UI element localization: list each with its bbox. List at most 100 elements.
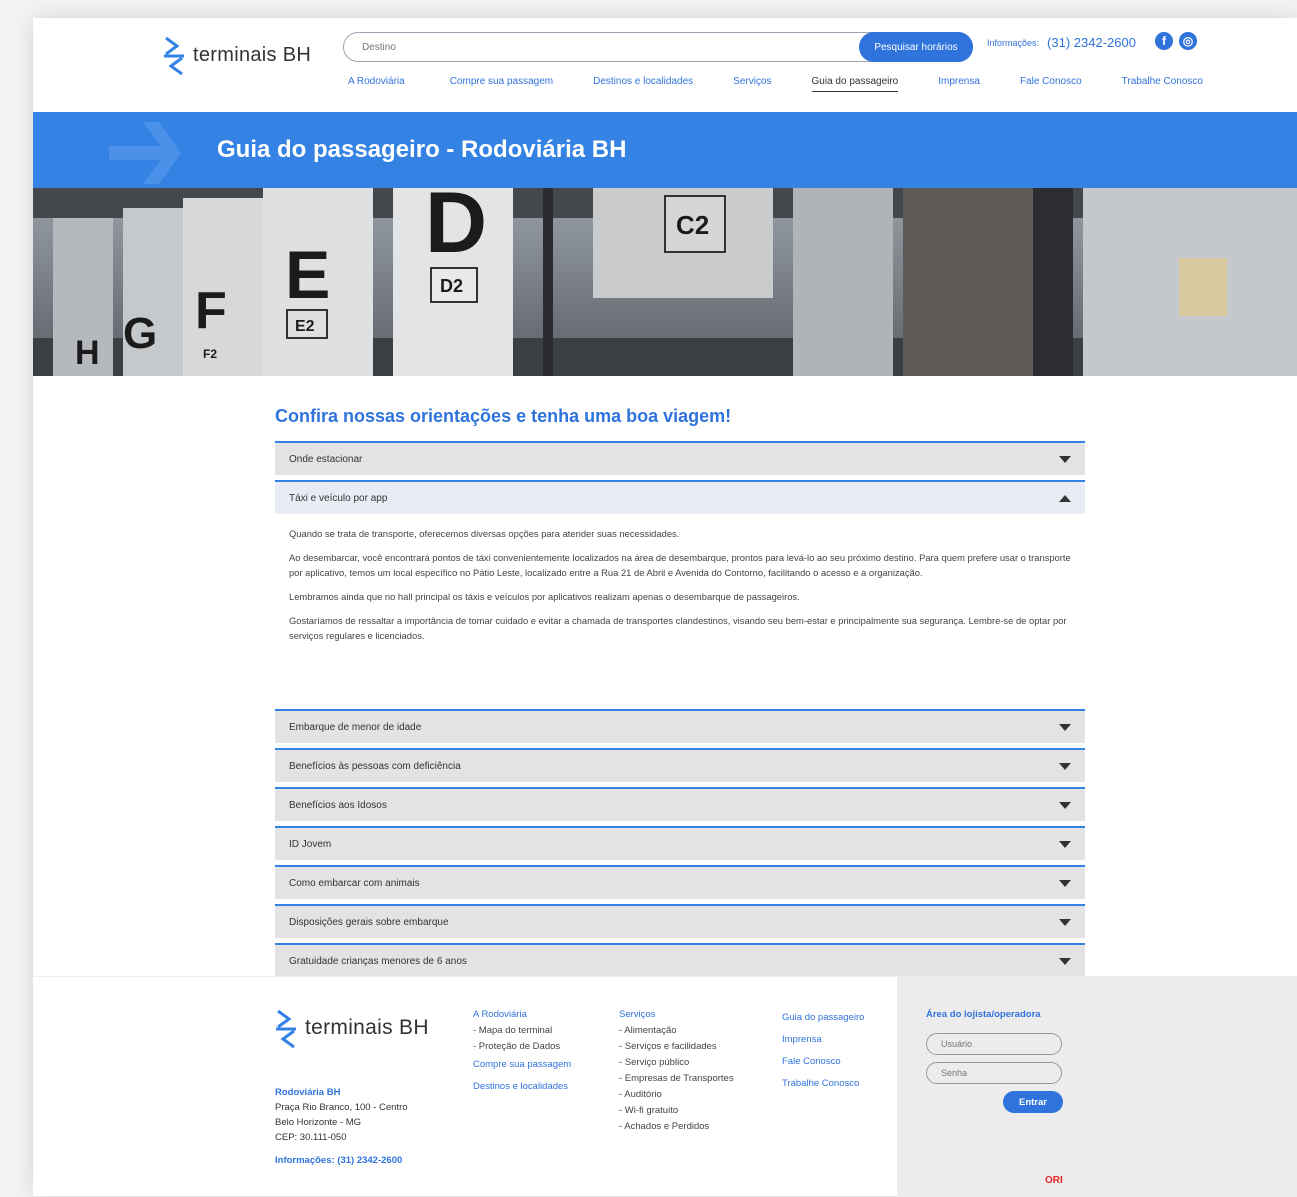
accordion-item: Embarque de menor de idade [275, 709, 1085, 743]
merchant-login: Área do lojista/operadora Entrar ORI [897, 977, 1297, 1197]
accordion-header[interactable]: Benefícios às pessoas com deficiência [275, 748, 1085, 782]
footer-sublink[interactable]: - Auditório [619, 1087, 734, 1103]
nav-item[interactable]: Fale Conosco [1020, 76, 1082, 92]
footer-link[interactable]: Destinos e localidades [473, 1079, 571, 1095]
footer: terminais BH Rodoviária BH Praça Rio Bra… [33, 976, 1297, 1197]
accordion-title: Gratuidade crianças menores de 6 anos [289, 955, 467, 967]
banner-arrow-icon [109, 122, 181, 184]
login-title: Área do lojista/operadora [926, 1009, 1041, 1020]
accordion-item: Onde estacionar [275, 441, 1085, 475]
chevron-down-icon[interactable] [1059, 723, 1071, 731]
footer-sublink[interactable]: - Alimentação [619, 1023, 734, 1039]
page-title: Guia do passageiro - Rodoviária BH [217, 136, 627, 163]
footer-sublink[interactable]: - Mapa do terminal [473, 1023, 571, 1039]
facebook-icon[interactable]: f [1155, 32, 1173, 50]
accordion-header[interactable]: ID Jovem [275, 826, 1085, 860]
sign-d: D [425, 188, 487, 271]
login-button[interactable]: Entrar [1003, 1091, 1063, 1113]
site-logo[interactable]: terminais BH [163, 34, 311, 76]
accordion-title: Disposições gerais sobre embarque [289, 916, 449, 928]
accordion-header[interactable]: Benefícios aos Idosos [275, 787, 1085, 821]
nav-item[interactable]: Serviços [733, 76, 771, 92]
accordion-header[interactable]: Disposições gerais sobre embarque [275, 904, 1085, 938]
chevron-down-icon[interactable] [1059, 879, 1071, 887]
accordion-item: Disposições gerais sobre embarque [275, 904, 1085, 938]
search-bar: Pesquisar horários [343, 32, 973, 62]
accordion-item: Gratuidade crianças menores de 6 anos [275, 943, 1085, 977]
footer-link[interactable]: Fale Conosco [782, 1051, 864, 1073]
chevron-down-icon[interactable] [1059, 762, 1071, 770]
instagram-icon[interactable]: ◎ [1179, 32, 1197, 50]
chevron-down-icon[interactable] [1059, 455, 1071, 463]
accordion-header[interactable]: Como embarcar com animais [275, 865, 1085, 899]
footer-link[interactable]: Trabalhe Conosco [782, 1073, 864, 1095]
hero-image: H G F F2 E E2 D D2 C2 [33, 188, 1297, 376]
sign-d2: D2 [440, 276, 463, 296]
accordion-title: Benefícios às pessoas com deficiência [289, 760, 461, 772]
chevron-down-icon[interactable] [1059, 840, 1071, 848]
footer-link[interactable]: Guia do passageiro [782, 1007, 864, 1029]
sign-c2: C2 [676, 210, 709, 240]
accordion-title: Embarque de menor de idade [289, 721, 422, 733]
footer-link[interactable]: Imprensa [782, 1029, 864, 1051]
bus-terminal-photo: H G F F2 E E2 D D2 C2 [33, 188, 1297, 376]
page-banner: Guia do passageiro - Rodoviária BH [33, 112, 1297, 188]
chevron-up-icon[interactable] [1059, 494, 1071, 502]
accordion-paragraph: Quando se trata de transporte, oferecemo… [289, 528, 680, 539]
search-schedules-button[interactable]: Pesquisar horários [859, 32, 973, 62]
footer-sublink[interactable]: - Wi-fi gratuito [619, 1103, 734, 1119]
footer-sublink[interactable]: - Serviços e facilidades [619, 1039, 734, 1055]
chevron-down-icon[interactable] [1059, 801, 1071, 809]
info-phone[interactable]: (31) 2342-2600 [1047, 35, 1136, 50]
accordion-header[interactable]: Onde estacionar [275, 441, 1085, 475]
address-title: Rodoviária BH [275, 1087, 341, 1098]
footer-col-links: Guia do passageiro Imprensa Fale Conosco Tr… [782, 1007, 864, 1095]
accordion-paragraph: Gostaríamos de ressaltar a importância d… [289, 615, 1067, 641]
page: terminais BH Pesquisar horários Informaç… [33, 18, 1297, 1197]
address-line: Praça Rio Branco, 100 - Centro [275, 1102, 408, 1113]
contact-info: Informações: (31) 2342-2600 [987, 35, 1136, 50]
chevron-down-icon[interactable] [1059, 918, 1071, 926]
accordion-item: Benefícios às pessoas com deficiência [275, 748, 1085, 782]
accordion-item: ID Jovem [275, 826, 1085, 860]
nav-item[interactable]: Imprensa [938, 76, 980, 92]
footer-link[interactable]: A Rodoviária [473, 1007, 571, 1023]
nav-item[interactable]: Trabalhe Conosco [1122, 76, 1203, 92]
chevron-down-icon[interactable] [1059, 957, 1071, 965]
logo-arrow-icon [276, 1009, 296, 1049]
footer-phone[interactable]: Informações: (31) 2342-2600 [275, 1155, 402, 1166]
footer-sublink[interactable]: - Achados e Perdidos [619, 1119, 734, 1135]
footer-sublink[interactable]: - Empresas de Transportes [619, 1071, 734, 1087]
nav-item[interactable]: Destinos e localidades [593, 76, 693, 92]
nav-item[interactable]: Compre sua passagem [450, 76, 553, 92]
footer-link[interactable]: Compre sua passagem [473, 1057, 571, 1073]
accordion-item: Táxi e veículo por app Quando se trata de… [275, 480, 1085, 652]
username-input[interactable] [926, 1033, 1062, 1055]
address-block: Rodoviária BH Praça Rio Branco, 100 - Ce… [275, 1085, 408, 1145]
sign-g: G [123, 309, 157, 358]
address-line: CEP: 30.111-050 [275, 1132, 347, 1143]
sign-e2: E2 [295, 318, 315, 335]
footer-col-rodoviaria: A Rodoviária - Mapa do terminal - Proteção… [473, 1007, 571, 1095]
social-links: f ◎ [1155, 32, 1197, 50]
footer-sublink[interactable]: - Proteção de Dados [473, 1039, 571, 1055]
accordion-title: Onde estacionar [289, 453, 363, 465]
nav-item[interactable]: A Rodoviária [348, 76, 405, 92]
accordion-title: Como embarcar com animais [289, 877, 420, 889]
nav-item[interactable]: Guia do passageiro [811, 76, 899, 92]
sign-h: H [75, 334, 100, 372]
accordion-item: Benefícios aos Idosos [275, 787, 1085, 821]
footer-sublink[interactable]: - Serviço público [619, 1055, 734, 1071]
password-input[interactable] [926, 1062, 1062, 1084]
accordion-title: ID Jovem [289, 838, 332, 850]
accordion-header[interactable]: Embarque de menor de idade [275, 709, 1085, 743]
section-headline: Confira nossas orientações e tenha uma b… [275, 406, 732, 426]
accordion-header[interactable]: Táxi e veículo por app [275, 480, 1085, 514]
logo-text: terminais BH [193, 43, 312, 66]
accordion-header[interactable]: Gratuidade crianças menores de 6 anos [275, 943, 1085, 977]
accordion-item: Como embarcar com animais [275, 865, 1085, 899]
sign-e: E [285, 237, 330, 313]
footer-logo[interactable]: terminais BH [275, 1007, 429, 1049]
accordion-paragraph: Ao desembarcar, você encontrará pontos d… [289, 552, 1071, 578]
footer-link[interactable]: Serviços [619, 1007, 734, 1023]
